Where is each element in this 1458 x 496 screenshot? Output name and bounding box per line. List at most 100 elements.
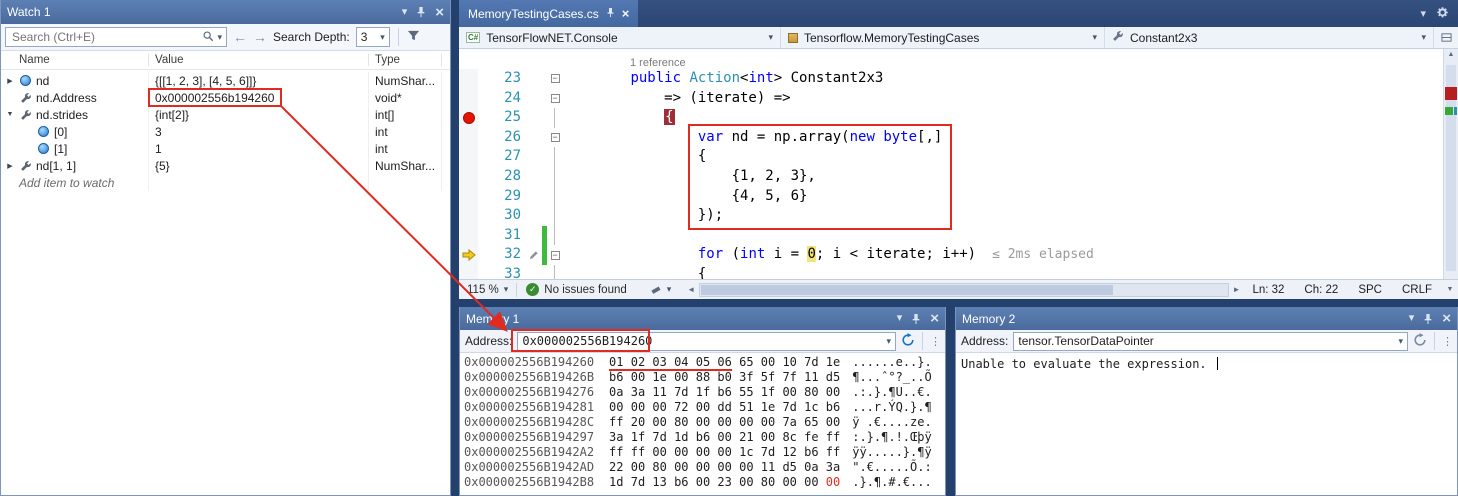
window-position-icon[interactable]: ▾: [1409, 313, 1415, 324]
add-item-label[interactable]: Add item to watch: [1, 176, 114, 190]
scroll-up-icon[interactable]: ▲: [1444, 51, 1458, 58]
close-icon[interactable]: ×: [435, 5, 444, 20]
watch-value[interactable]: {5}: [155, 159, 170, 173]
watch-row[interactable]: ▼nd.strides{int[2]}int[]: [1, 106, 450, 123]
code-text[interactable]: {1, 2, 3},: [563, 167, 1443, 187]
tab-list-chevron-icon[interactable]: ▾: [1420, 7, 1426, 20]
line-indicator[interactable]: Ln: 32: [1242, 284, 1294, 296]
column-header-value[interactable]: Value: [149, 54, 369, 66]
expand-icon[interactable]: ▶: [5, 162, 15, 170]
memory-row[interactable]: 0x000002556B1942973a 1f 7d 1d b6 00 21 0…: [464, 430, 945, 445]
collapse-box-icon[interactable]: −: [551, 133, 560, 142]
memory-row[interactable]: 0x000002556B1942760a 3a 11 7d 1f b6 55 1…: [464, 385, 945, 400]
member-dropdown[interactable]: Constant2x3 ▾: [1105, 27, 1434, 48]
project-dropdown[interactable]: C# TensorFlowNET.Console ▾: [459, 27, 781, 48]
memory-row[interactable]: 0x000002556B19428Cff 20 00 80 00 00 00 0…: [464, 415, 945, 430]
document-health[interactable]: ✓ No issues found: [517, 283, 635, 296]
close-icon[interactable]: ×: [1442, 311, 1451, 326]
vertical-scrollbar[interactable]: ▲: [1443, 49, 1458, 279]
toolbar-overflow-icon[interactable]: ⋮: [1442, 335, 1452, 348]
memory1-titlebar[interactable]: Memory 1 ▾ ×: [460, 307, 945, 330]
memory-row-hex[interactable]: 01 02 03 04 05 06 65 00 10 7d 1e: [609, 355, 840, 369]
pin-icon[interactable]: [416, 6, 426, 18]
breakpoint-margin[interactable]: [459, 265, 478, 279]
tab-close-icon[interactable]: ×: [622, 7, 630, 20]
scroll-left-icon[interactable]: ◄: [685, 285, 697, 294]
memory-row-hex[interactable]: ff ff 00 00 00 00 1c 7d 12 b6 ff: [609, 445, 840, 459]
watch-value[interactable]: 1: [155, 142, 162, 156]
breakpoint-margin[interactable]: [459, 187, 478, 207]
memory2-address-input[interactable]: tensor.TensorDataPointer ▾: [1013, 332, 1408, 351]
column-header-name[interactable]: Name: [1, 54, 149, 66]
breakpoint-margin[interactable]: [459, 108, 478, 128]
watch-row[interactable]: ▶nd[1, 1]{5}NumShar...: [1, 157, 450, 174]
code-text[interactable]: });: [563, 206, 1443, 226]
collapse-box-icon[interactable]: −: [551, 94, 560, 103]
memory-row[interactable]: 0x000002556B1942B81d 7d 13 b6 00 23 00 8…: [464, 475, 945, 490]
window-position-icon[interactable]: ▾: [402, 7, 408, 18]
watch-titlebar[interactable]: Watch 1 ▾ ×: [1, 0, 450, 24]
toolbar-overflow-icon[interactable]: ⋮: [930, 335, 940, 348]
collapse-box-icon[interactable]: −: [551, 74, 560, 83]
line-ending-indicator[interactable]: CRLF: [1392, 284, 1442, 296]
zoom-control[interactable]: 115 %▾: [459, 284, 516, 296]
space-mode-indicator[interactable]: SPC: [1348, 284, 1392, 296]
breakpoint-margin[interactable]: [459, 128, 478, 148]
memory-row-hex[interactable]: ff 20 00 80 00 00 00 00 7a 65 00: [609, 415, 840, 429]
code-text[interactable]: [563, 226, 1443, 246]
scroll-down-icon[interactable]: ▼: [1442, 286, 1458, 293]
tab-memorytestingcases[interactable]: MemoryTestingCases.cs ×: [459, 0, 638, 27]
code-editor[interactable]: 1 reference 23− public Action<int> Const…: [459, 49, 1443, 279]
scroll-right-icon[interactable]: ►: [1231, 285, 1243, 294]
memory-row-hex[interactable]: 00 00 00 72 00 dd 51 1e 7d 1c b6: [609, 400, 840, 414]
memory-row-hex[interactable]: 1d 7d 13 b6 00 23 00 80 00 00 00: [609, 475, 840, 489]
memory-row[interactable]: 0x000002556B19426Bb6 00 1e 00 88 b0 3f 5…: [464, 370, 945, 385]
search-depth-select[interactable]: 3▾: [356, 27, 390, 47]
gear-icon[interactable]: [1436, 6, 1449, 22]
breakpoint-margin[interactable]: [459, 147, 478, 167]
memory-row-hex[interactable]: 0a 3a 11 7d 1f b6 55 1f 00 80 00: [609, 385, 840, 399]
breakpoint-margin[interactable]: [459, 89, 478, 109]
watch-row[interactable]: nd.Address0x000002556b194260void*: [1, 89, 450, 106]
codelens-references[interactable]: 1 reference: [459, 52, 1443, 69]
code-text[interactable]: {: [563, 147, 1443, 167]
search-prev-icon[interactable]: ←: [233, 30, 247, 44]
memory-row[interactable]: 0x000002556B19428100 00 00 72 00 dd 51 1…: [464, 400, 945, 415]
breakpoint-margin[interactable]: [459, 226, 478, 246]
search-next-icon[interactable]: →: [253, 30, 267, 44]
memory-row-hex[interactable]: 3a 1f 7d 1d b6 00 21 00 8c fe ff: [609, 430, 840, 444]
code-text[interactable]: => (iterate) =>: [563, 89, 1443, 109]
memory-row[interactable]: 0x000002556B1942A2ff ff 00 00 00 00 1c 7…: [464, 445, 945, 460]
filter-icon[interactable]: [407, 29, 420, 45]
memory1-rows[interactable]: 0x000002556B19426001 02 03 04 05 06 65 0…: [460, 353, 945, 495]
memory-row[interactable]: 0x000002556B19426001 02 03 04 05 06 65 0…: [464, 355, 945, 370]
memory2-message-area[interactable]: Unable to evaluate the expression.: [956, 353, 1457, 495]
search-input[interactable]: [10, 29, 199, 45]
close-icon[interactable]: ×: [930, 311, 939, 326]
breakpoint-margin[interactable]: [459, 69, 478, 89]
watch-value[interactable]: {int[2]}: [155, 108, 189, 122]
watch-value[interactable]: {[[1, 2, 3], [4, 5, 6]]}: [155, 74, 256, 88]
code-text[interactable]: var nd = np.array(new byte[,]: [563, 128, 1443, 148]
watch-row[interactable]: [0]3int: [1, 123, 450, 140]
collapse-box-icon[interactable]: −: [551, 251, 560, 260]
breakpoint-margin[interactable]: [459, 245, 478, 265]
collapse-icon[interactable]: ▼: [5, 111, 15, 118]
tab-pin-icon[interactable]: [606, 7, 615, 21]
memory2-titlebar[interactable]: Memory 2 ▾ ×: [956, 307, 1457, 330]
code-text[interactable]: {: [563, 108, 1443, 128]
search-options-caret-icon[interactable]: ▾: [217, 32, 222, 43]
window-position-icon[interactable]: ▾: [897, 313, 903, 324]
code-text[interactable]: {: [563, 265, 1443, 279]
watch-row[interactable]: [1]1int: [1, 140, 450, 157]
watch-value[interactable]: 3: [155, 125, 162, 139]
watch-search-box[interactable]: ▾: [5, 27, 227, 47]
horizontal-scrollbar-thumb[interactable]: [701, 285, 1112, 295]
breakpoint-icon[interactable]: [463, 112, 475, 124]
breakpoint-margin[interactable]: [459, 167, 478, 187]
code-text[interactable]: public Action<int> Constant2x3: [563, 69, 1443, 89]
column-header-type[interactable]: Type: [369, 54, 442, 66]
split-window-icon[interactable]: [1434, 27, 1458, 48]
memory-row[interactable]: 0x000002556B1942AD22 00 80 00 00 00 00 1…: [464, 460, 945, 475]
memory-row-hex[interactable]: b6 00 1e 00 88 b0 3f 5f 7f 11 d5: [609, 370, 840, 384]
